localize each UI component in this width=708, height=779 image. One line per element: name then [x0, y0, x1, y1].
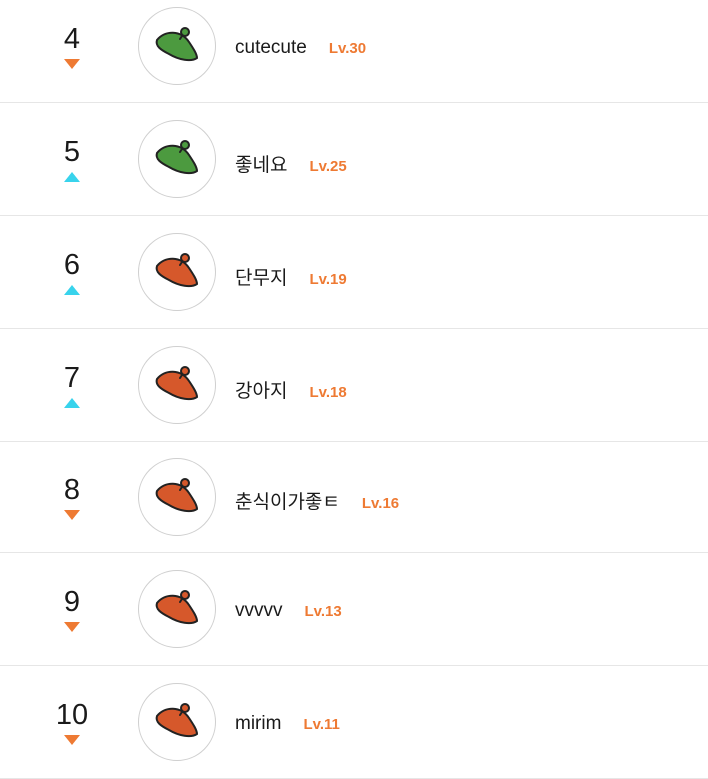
user-name-text: cutecute — [235, 37, 307, 58]
rank-column: 8 — [32, 442, 112, 552]
rank-number: 5 — [63, 136, 81, 168]
user-name-text: mirim — [235, 713, 282, 734]
avatar[interactable] — [138, 120, 216, 198]
ranking-row[interactable]: 7 강아지 Lv.18 — [0, 329, 708, 442]
avatar[interactable] — [138, 570, 216, 648]
user-level: Lv.16 — [361, 495, 400, 512]
rank-number: 6 — [63, 249, 81, 281]
ranking-list: 4 cutecute Lv.30 5 좋네요 Lv.25 6 단무지 Lv.19… — [0, 0, 708, 779]
user-name-text: 좋네요 — [235, 155, 288, 176]
avatar[interactable] — [138, 7, 216, 85]
user-name[interactable]: cutecute Lv.30 — [235, 37, 366, 59]
user-name[interactable]: vvvvv Lv.13 — [235, 600, 342, 622]
rank-column: 6 — [32, 216, 112, 328]
user-level: Lv.11 — [303, 716, 340, 733]
avatar[interactable] — [138, 233, 216, 311]
ranking-row[interactable]: 10 mirim Lv.11 — [0, 666, 708, 779]
rank-down-arrow-icon — [64, 59, 80, 69]
rank-column: 10 — [32, 666, 112, 778]
leaf-icon — [155, 253, 198, 288]
leaf-icon — [155, 703, 198, 738]
user-name[interactable]: 강아지 Lv.18 — [235, 376, 347, 403]
rank-number: 10 — [55, 699, 89, 731]
rank-number: 8 — [63, 474, 81, 506]
user-name-text: 춘식이가좋ㅌ — [235, 492, 340, 513]
user-name[interactable]: 좋네요 Lv.25 — [235, 150, 347, 177]
rank-down-arrow-icon — [64, 510, 80, 520]
leaf-icon — [155, 366, 198, 401]
user-name-text: 강아지 — [235, 381, 288, 402]
rank-number: 7 — [63, 362, 81, 394]
leaf-icon — [155, 140, 198, 175]
user-name[interactable]: 단무지 Lv.19 — [235, 263, 347, 290]
user-level: Lv.18 — [309, 384, 347, 401]
rank-up-arrow-icon — [64, 172, 80, 182]
rank-column: 9 — [32, 553, 112, 665]
user-name[interactable]: 춘식이가좋ㅌ Lv.16 — [235, 487, 399, 514]
ranking-row[interactable]: 6 단무지 Lv.19 — [0, 216, 708, 329]
rank-column: 7 — [32, 329, 112, 441]
ranking-row[interactable]: 5 좋네요 Lv.25 — [0, 103, 708, 216]
leaf-icon — [155, 590, 198, 625]
user-level: Lv.13 — [304, 603, 342, 620]
avatar[interactable] — [138, 346, 216, 424]
ranking-row[interactable]: 8 춘식이가좋ㅌ Lv.16 — [0, 442, 708, 553]
rank-up-arrow-icon — [64, 398, 80, 408]
user-name[interactable]: mirim Lv.11 — [235, 713, 340, 735]
user-level: Lv.25 — [309, 158, 347, 175]
avatar[interactable] — [138, 683, 216, 761]
ranking-row[interactable]: 4 cutecute Lv.30 — [0, 0, 708, 103]
user-name-text: 단무지 — [235, 268, 288, 289]
leaf-icon — [155, 27, 198, 62]
user-level: Lv.30 — [328, 40, 367, 57]
rank-number: 4 — [63, 23, 81, 55]
rank-column: 5 — [32, 103, 112, 215]
ranking-row[interactable]: 9 vvvvv Lv.13 — [0, 553, 708, 666]
avatar[interactable] — [138, 458, 216, 536]
leaf-icon — [155, 478, 198, 513]
rank-down-arrow-icon — [64, 735, 80, 745]
rank-number: 9 — [63, 586, 81, 618]
user-name-text: vvvvv — [235, 600, 283, 621]
user-level: Lv.19 — [309, 271, 347, 288]
rank-down-arrow-icon — [64, 622, 80, 632]
rank-up-arrow-icon — [64, 285, 80, 295]
rank-column: 4 — [32, 0, 112, 102]
